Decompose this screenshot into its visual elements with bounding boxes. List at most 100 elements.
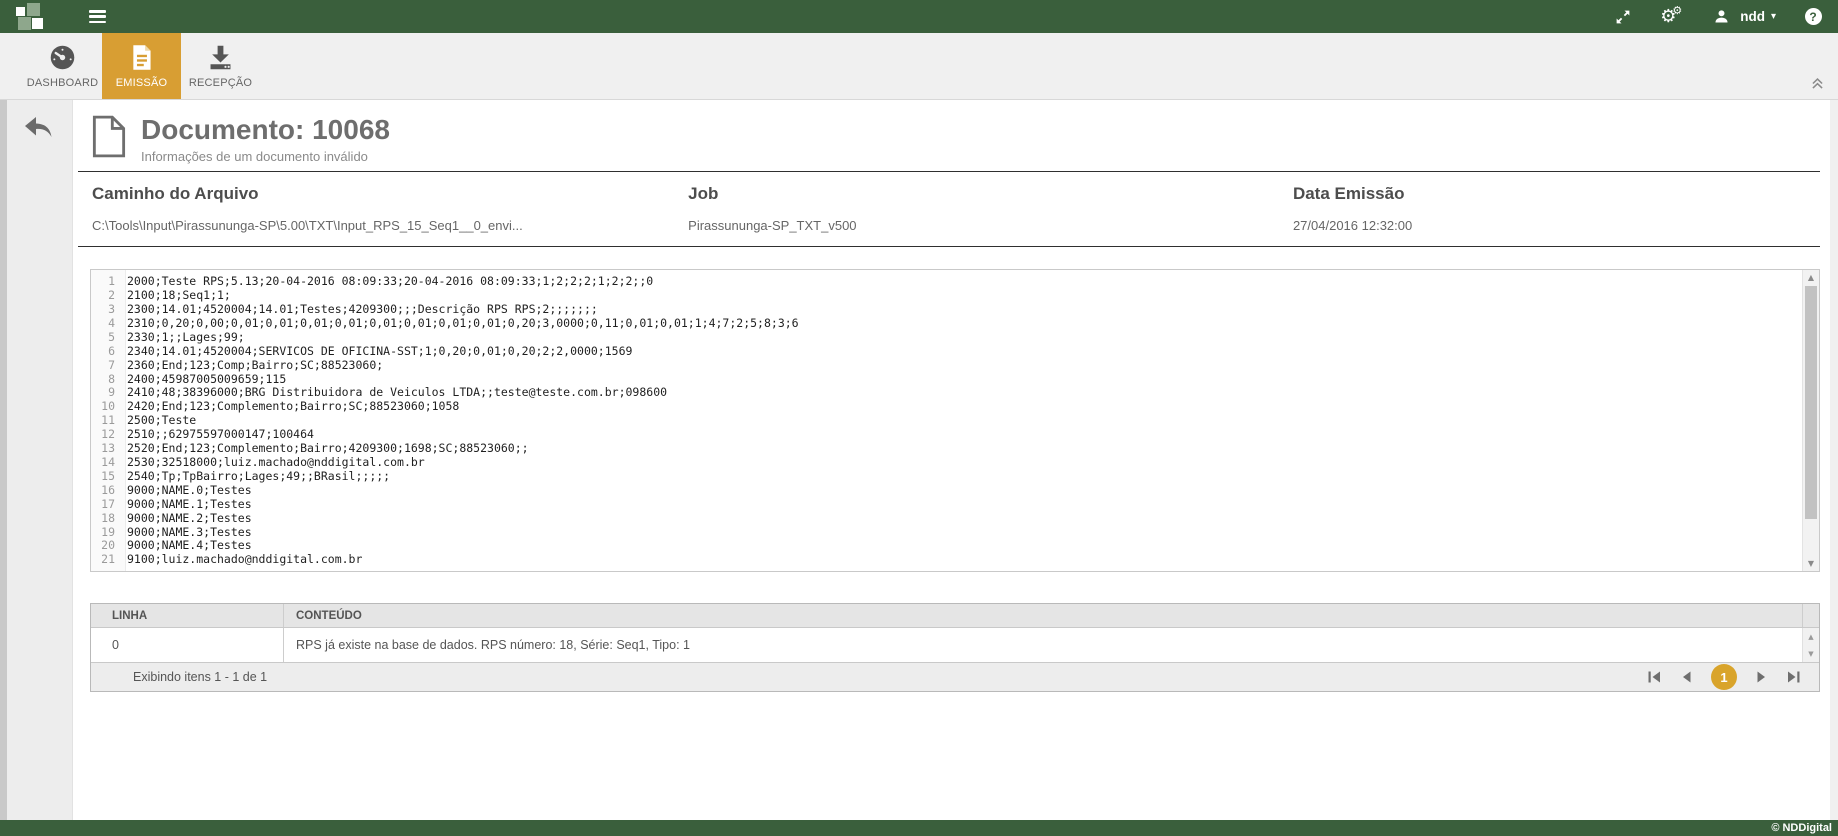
line-number: 15 (101, 468, 115, 483)
line-number: 10 (101, 399, 115, 414)
field-caminho-value: C:\Tools\Input\Pirassununga-SP\5.00\TXT\… (92, 218, 523, 234)
line-content: 2540;Tp;TpBairro;Lages;49;;BRasil;;;;; (127, 468, 391, 483)
settings-gears-icon[interactable]: ⚙ ⚙ (1660, 5, 1686, 29)
pager-first-page-icon[interactable] (1647, 671, 1662, 683)
help-icon[interactable]: ? (1802, 5, 1824, 29)
line-content: 2400;45987005009659;115 (127, 371, 287, 386)
table-row[interactable]: 0 RPS já existe na base de dados. RPS núm… (91, 628, 1802, 663)
document-page-icon (92, 114, 126, 159)
code-scrollbar[interactable]: ▲ ▼ (1802, 270, 1819, 572)
code-line: 4 2310;0,20;0,00;0,01;0,01;0,01;0,01;0,01… (91, 316, 1802, 331)
code-line: 19 9000;NAME.3;Testes (91, 524, 1802, 540)
code-line: 14 2530;32518000;luiz.machado@nddigital.c… (91, 454, 1802, 470)
line-number: 3 (108, 302, 115, 316)
field-caminho: Caminho do Arquivo C:\Tools\Input\Pirass… (92, 184, 688, 233)
line-content: 9000;NAME.3;Testes (127, 524, 252, 539)
left-rail (0, 100, 73, 820)
app-window: ⚙ ⚙ ndd ▾ ? DASHBOARD EMISSÃO RECEPÇÃO D… (0, 0, 1838, 836)
pager-next-page-icon[interactable] (1754, 671, 1769, 683)
line-content: 9000;NAME.4;Testes (127, 538, 252, 553)
line-number: 13 (101, 441, 115, 456)
line-number: 5 (108, 329, 115, 344)
back-button[interactable] (21, 114, 57, 144)
scrollbar-track[interactable] (1803, 285, 1819, 556)
code-line: 12 2510;;62975597000147;100464 (91, 427, 1802, 442)
code-line: 1 2000;Teste RPS;5.13;20-04-2016 08:09:33… (91, 274, 1802, 289)
line-content: 9000;NAME.0;Testes (127, 482, 252, 497)
line-content: 2000;Teste RPS;5.13;20-04-2016 08:09:33;… (127, 274, 654, 289)
column-header-conteudo[interactable]: CONTEÚDO (283, 604, 1802, 628)
line-number: 9 (108, 385, 115, 400)
line-number: 7 (108, 357, 115, 372)
field-data-emissao-label: Data Emissão (1292, 184, 1405, 204)
code-line: 3 2300;14.01;4520004;14.01;Testes;4209300… (91, 302, 1802, 317)
table-cell-linha: 0 (112, 638, 119, 653)
pager-summary: Exibindo itens 1 - 1 de 1 (133, 670, 268, 685)
scroll-down-icon[interactable]: ▼ (1803, 556, 1819, 571)
field-job-value: Pirassununga-SP_TXT_v500 (688, 218, 857, 234)
table-scroll-up-icon[interactable]: ▲ (1808, 633, 1813, 641)
column-header-linha[interactable]: LINHA (91, 604, 283, 627)
user-menu[interactable]: ndd ▾ (1710, 5, 1776, 29)
tab-emissao-label: EMISSÃO (115, 77, 168, 89)
code-line: 13 2520;End;123;Complemento;Bairro;420930… (91, 441, 1802, 456)
tab-recepcao-label: RECEPÇÃO (188, 77, 253, 89)
errors-table-scrollbar[interactable]: ▲ ▼ (1802, 628, 1819, 663)
line-number: 6 (108, 343, 115, 358)
field-data-emissao: Data Emissão 27/04/2016 12:32:00 (1293, 184, 1820, 233)
line-number: 18 (101, 510, 115, 525)
errors-table-body: 0 RPS já existe na base de dados. RPS núm… (91, 628, 1819, 663)
line-number: 16 (101, 482, 115, 497)
code-line: 2 2100;18;Seq1;1; (91, 288, 1802, 303)
errors-table-pager: Exibindo itens 1 - 1 de 1 1 (91, 662, 1819, 692)
tab-emissao[interactable]: EMISSÃO (102, 33, 181, 99)
line-number: 17 (101, 496, 115, 511)
line-number: 14 (101, 454, 115, 469)
errors-table-rows: 0 RPS já existe na base de dados. RPS núm… (91, 628, 1802, 663)
code-line: 7 2360;End;123;Comp;Bairro;SC;88523060; (91, 357, 1802, 373)
code-line: 15 2540;Tp;TpBairro;Lages;49;;BRasil;;;;; (91, 468, 1802, 484)
scrollbar-thumb[interactable] (1805, 286, 1817, 520)
tab-dashboard[interactable]: DASHBOARD (23, 33, 102, 99)
line-content: 2520;End;123;Complemento;Bairro;4209300;… (127, 441, 529, 456)
document-fields: Caminho do Arquivo C:\Tools\Input\Pirass… (78, 172, 1820, 248)
line-content: 2330;1;;Lages;99; (127, 329, 245, 344)
line-content: 2100;18;Seq1;1; (127, 288, 231, 303)
pager-current-page[interactable]: 1 (1711, 664, 1737, 691)
fullscreen-expand-icon[interactable] (1612, 5, 1634, 29)
copyright-label: © NDDigital (1771, 822, 1832, 834)
table-cell-conteudo: RPS já existe na base de dados. RPS núme… (283, 628, 1802, 663)
field-job: Job Pirassununga-SP_TXT_v500 (688, 184, 1293, 233)
scroll-up-icon[interactable]: ▲ (1803, 270, 1819, 285)
collapse-toolbar-chevrons-icon[interactable] (1811, 76, 1824, 94)
user-name-label: ndd (1740, 9, 1765, 24)
pager-last-page-icon[interactable] (1786, 671, 1801, 683)
code-line: 21 9100;luiz.machado@nddigital.com.br (91, 552, 1802, 567)
user-person-icon (1710, 5, 1732, 29)
line-content: 2340;14.01;4520004;SERVICOS DE OFICINA-S… (127, 343, 633, 358)
line-content: 2410;48;38396000;BRG Distribuidora de Ve… (127, 385, 668, 400)
line-content: 9100;luiz.machado@nddigital.com.br (127, 552, 363, 567)
errors-table-header-spacer (1802, 604, 1819, 628)
field-job-label: Job (688, 184, 719, 204)
code-line: 17 9000;NAME.1;Testes (91, 496, 1802, 512)
menu-hamburger-icon[interactable] (89, 10, 106, 23)
document-emission-icon (127, 43, 156, 72)
topbar: ⚙ ⚙ ndd ▾ ? (0, 0, 1838, 33)
line-content: 2510;;62975597000147;100464 (127, 427, 314, 442)
field-caminho-label: Caminho do Arquivo (92, 184, 259, 204)
pager-prev-page-icon[interactable] (1679, 671, 1694, 683)
content-panel: Documento: 10068 Informações de um docum… (73, 100, 1830, 820)
line-content: 2530;32518000;luiz.machado@nddigital.com… (127, 454, 425, 469)
tab-recepcao[interactable]: RECEPÇÃO (181, 33, 260, 99)
code-line: 10 2420;End;123;Complemento;Bairro;SC;885… (91, 399, 1802, 414)
table-scroll-down-icon[interactable]: ▼ (1808, 650, 1813, 658)
file-content-viewer: 1 2000;Teste RPS;5.13;20-04-2016 08:09:33… (90, 269, 1820, 573)
line-content: 2500;Teste (127, 413, 197, 428)
nddigital-logo-icon (16, 3, 46, 30)
download-reception-icon (206, 43, 235, 72)
line-number: 19 (101, 524, 115, 539)
tab-dashboard-label: DASHBOARD (26, 77, 99, 89)
code-lines: 1 2000;Teste RPS;5.13;20-04-2016 08:09:33… (91, 270, 1802, 572)
code-line: 6 2340;14.01;4520004;SERVICOS DE OFICINA-… (91, 343, 1802, 359)
